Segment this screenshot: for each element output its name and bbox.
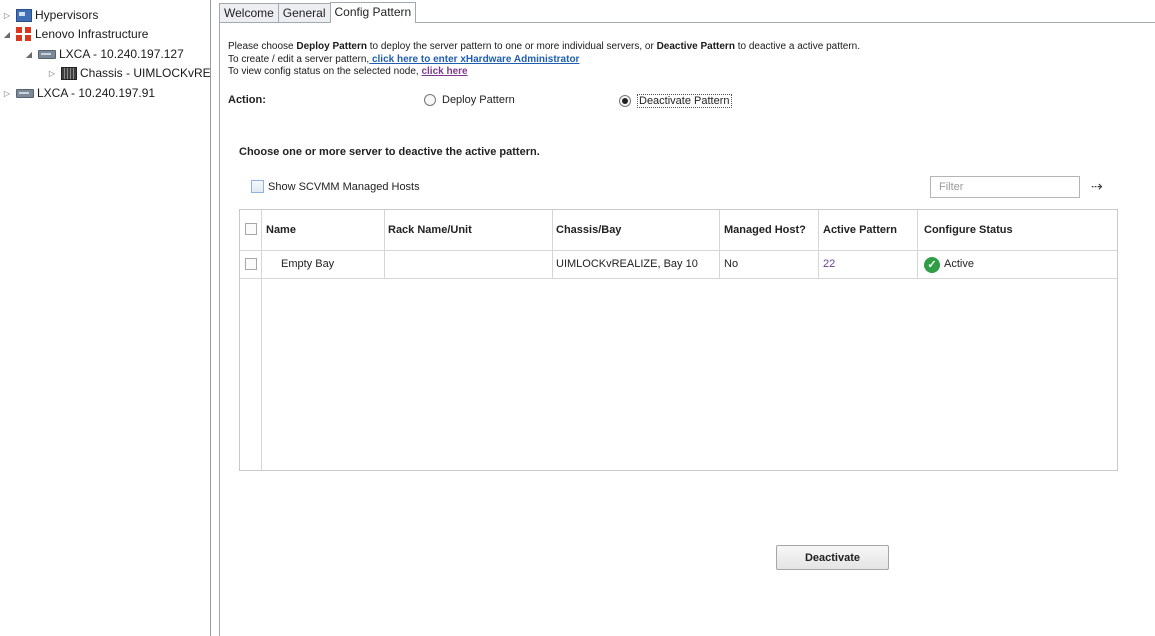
- select-all-checkbox[interactable]: [245, 223, 257, 235]
- tree-item-lxca-91[interactable]: ▷ LXCA - 10.240.197.91: [2, 84, 155, 102]
- column-divider: [917, 210, 918, 278]
- action-label: Action:: [228, 94, 266, 106]
- column-header-active-pattern[interactable]: Active Pattern: [823, 210, 897, 250]
- tree-item-lenovo-infrastructure[interactable]: ◢ Lenovo Infrastructure: [2, 25, 148, 43]
- column-header-name[interactable]: Name: [266, 210, 296, 250]
- row-divider: [240, 278, 1117, 279]
- radio-button-selected-icon[interactable]: [619, 95, 631, 107]
- deploy-pattern-radio[interactable]: Deploy Pattern: [424, 94, 515, 106]
- expand-arrow-icon[interactable]: ▷: [47, 69, 57, 78]
- check-circle-icon: ✓: [924, 256, 940, 273]
- column-divider: [384, 210, 385, 278]
- hypervisor-icon: [16, 8, 32, 22]
- config-status-link[interactable]: click here: [421, 66, 467, 77]
- column-divider: [552, 210, 553, 278]
- radio-button-icon[interactable]: [424, 94, 436, 106]
- collapse-arrow-icon[interactable]: ◢: [2, 30, 12, 39]
- table-cell-active-pattern[interactable]: 22: [823, 251, 835, 278]
- expand-arrow-icon[interactable]: ▷: [2, 11, 12, 20]
- tree-item-hypervisors[interactable]: ▷ Hypervisors: [2, 6, 98, 24]
- tree-item-chassis[interactable]: ▷ Chassis - UIMLOCKvRE: [47, 64, 211, 82]
- tab-general[interactable]: General: [277, 3, 331, 23]
- expand-arrow-icon[interactable]: ▷: [2, 89, 12, 98]
- instruction-line-2: To create / edit a server pattern, click…: [228, 54, 580, 65]
- column-header-rack[interactable]: Rack Name/Unit: [388, 210, 472, 250]
- tree-item-lxca-127[interactable]: ◢ LXCA - 10.240.197.127: [24, 45, 184, 63]
- column-divider: [719, 210, 720, 278]
- server-icon: [16, 88, 34, 98]
- tab-welcome[interactable]: Welcome: [219, 3, 279, 23]
- deactivate-pattern-radio[interactable]: Deactivate Pattern: [619, 94, 732, 108]
- table-cell-chassis-bay: UIMLOCKvREALIZE, Bay 10: [556, 258, 698, 270]
- instruction-line-3: To view config status on the selected no…: [228, 66, 468, 77]
- tab-config-pattern[interactable]: Config Pattern: [329, 2, 417, 23]
- status-text: Active: [944, 258, 974, 270]
- checkbox-icon[interactable]: [251, 180, 264, 193]
- filter-input[interactable]: [930, 176, 1080, 198]
- show-scvmm-checkbox[interactable]: Show SCVMM Managed Hosts: [251, 180, 420, 193]
- row-selector-gutter: [261, 210, 262, 470]
- table-cell-managed-host: No: [724, 258, 739, 270]
- instruction-line-1: Please choose Deploy Pattern to deploy t…: [228, 41, 861, 52]
- xhardware-admin-link[interactable]: click here to enter xHardware Administra…: [369, 54, 580, 65]
- infrastructure-icon: [16, 27, 32, 41]
- column-divider: [818, 210, 819, 278]
- column-header-managed-host[interactable]: Managed Host?: [724, 210, 806, 250]
- row-checkbox[interactable]: [245, 258, 257, 270]
- filter-go-icon[interactable]: ⇢: [1091, 178, 1103, 195]
- tab-bar: Welcome General Config Pattern: [219, 2, 417, 23]
- content-border: [219, 22, 220, 636]
- deactivate-button[interactable]: Deactivate: [776, 545, 889, 570]
- table-cell-configure-status: ✓ Active: [924, 251, 974, 278]
- table-cell-name: Empty Bay: [281, 258, 335, 270]
- column-header-configure-status[interactable]: Configure Status: [924, 210, 1013, 250]
- choose-servers-instruction: Choose one or more server to deactive th…: [239, 146, 540, 158]
- server-icon: [38, 49, 56, 59]
- navigation-tree: ▷ Hypervisors ◢ Lenovo Infrastructure ◢ …: [0, 0, 211, 636]
- column-header-chassis-bay[interactable]: Chassis/Bay: [556, 210, 621, 250]
- chassis-icon: [61, 66, 77, 80]
- server-table: Name Rack Name/Unit Chassis/Bay Managed …: [239, 209, 1118, 471]
- collapse-arrow-icon[interactable]: ◢: [24, 50, 34, 59]
